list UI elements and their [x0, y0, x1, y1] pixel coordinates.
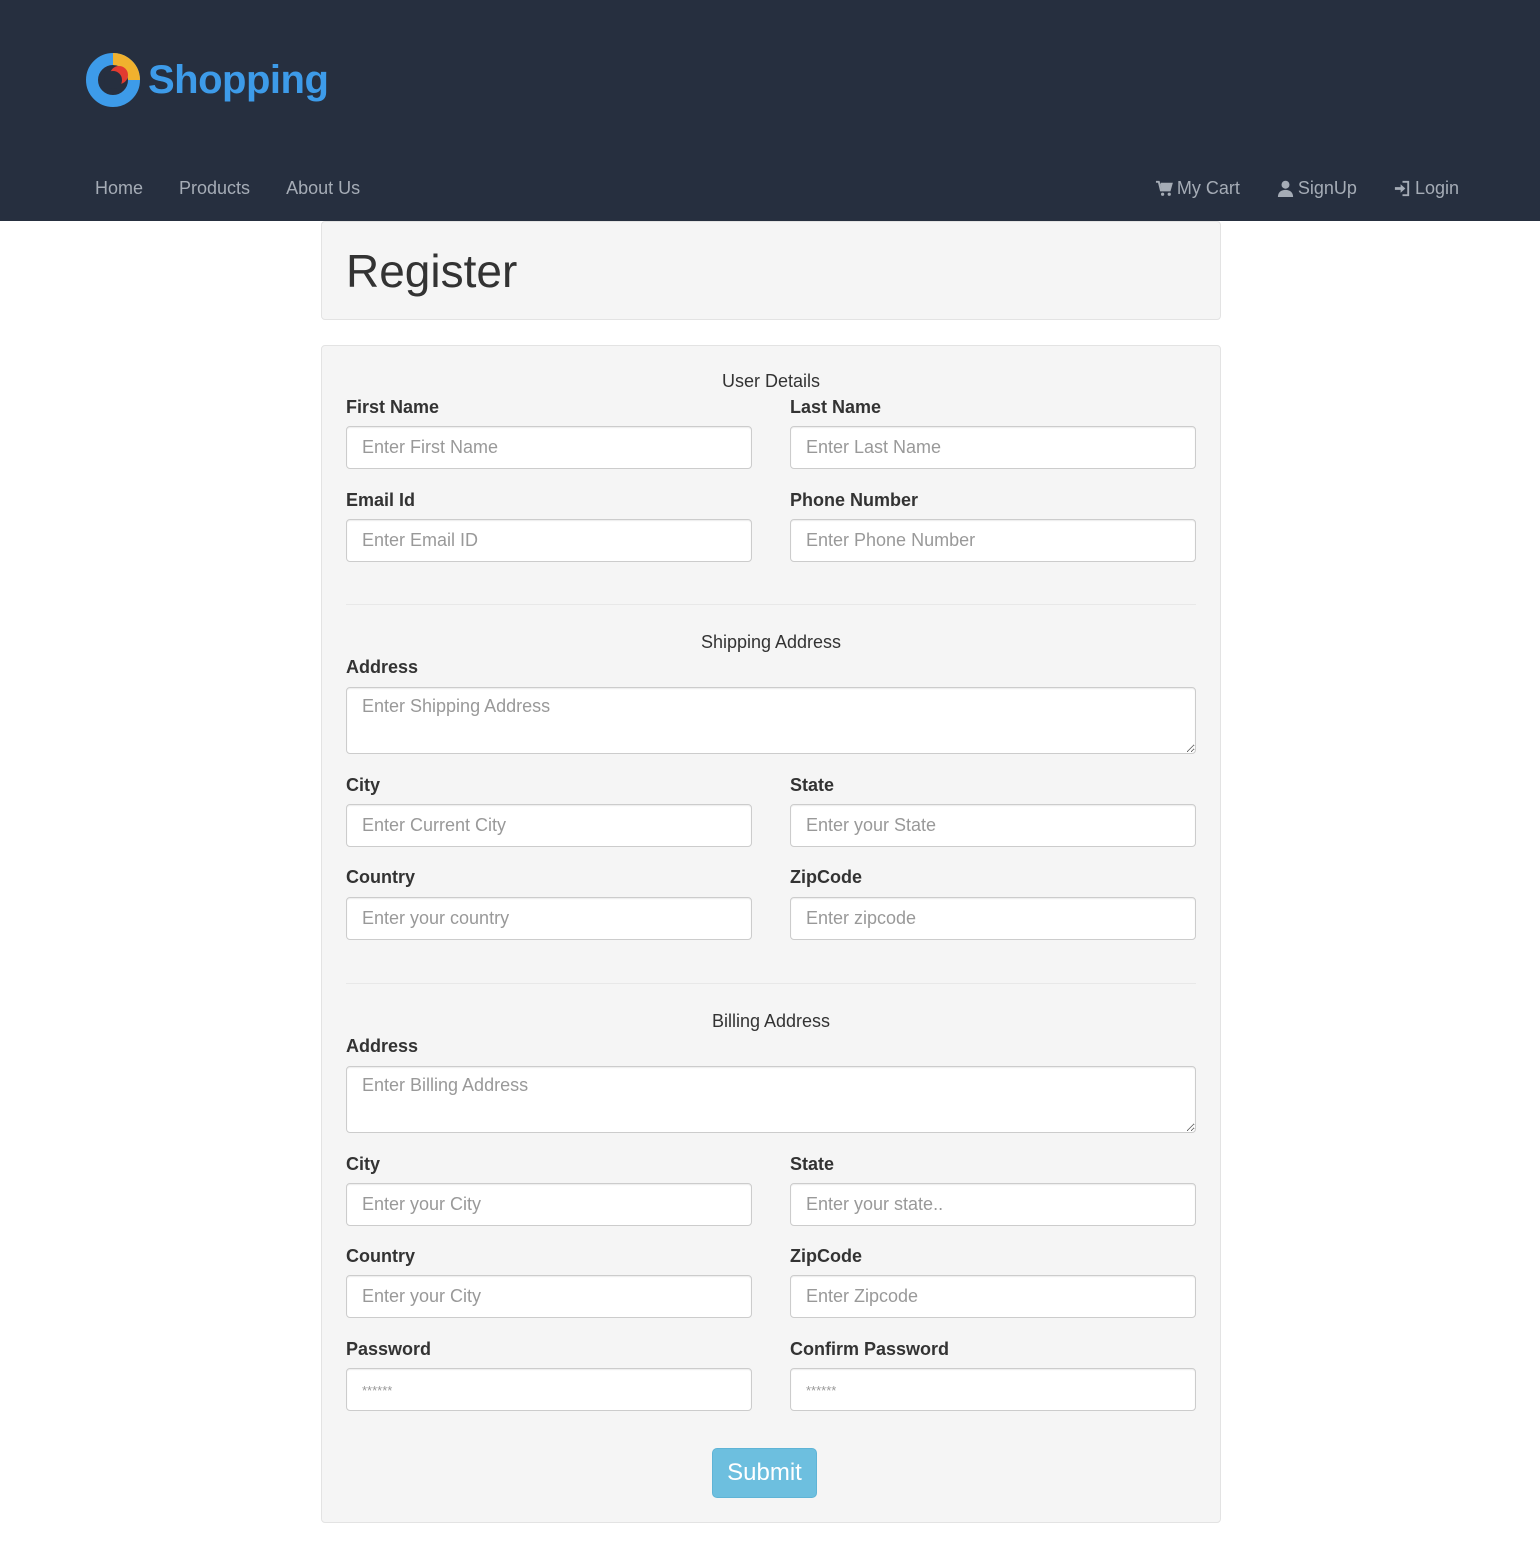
title-panel: Register — [321, 221, 1221, 320]
password-label: Password — [346, 1339, 432, 1359]
brand-name: Shopping — [148, 57, 329, 102]
cart-icon — [1155, 179, 1174, 198]
submit-button[interactable]: Submit — [712, 1448, 817, 1498]
first-name-label: First Name — [346, 397, 440, 417]
billing-city-input[interactable] — [346, 1183, 752, 1226]
billing-state-input[interactable] — [790, 1183, 1196, 1226]
confirm-password-input[interactable] — [790, 1368, 1196, 1411]
phone-input[interactable] — [790, 519, 1196, 562]
last-name-input[interactable] — [790, 426, 1196, 469]
nav-login-label: Login — [1414, 177, 1459, 198]
shipping-address-input[interactable] — [346, 687, 1196, 754]
nav-products[interactable]: Products — [161, 172, 268, 205]
billing-address-label: Address — [346, 1036, 419, 1056]
confirm-password-label: Confirm Password — [790, 1339, 950, 1359]
email-label: Email Id — [346, 490, 416, 510]
section-divider — [346, 983, 1196, 984]
shipping-zipcode-input[interactable] — [790, 897, 1196, 940]
nav-signup[interactable]: SignUp — [1258, 172, 1375, 205]
shopping-logo-icon — [86, 53, 140, 107]
billing-address-heading: Billing Address — [711, 1011, 831, 1031]
shipping-state-input[interactable] — [790, 804, 1196, 847]
shipping-city-label: City — [346, 775, 381, 795]
page-title: Register — [346, 245, 518, 297]
nav-signup-label: SignUp — [1297, 177, 1357, 198]
billing-city-label: City — [346, 1154, 381, 1174]
nav-home[interactable]: Home — [77, 172, 161, 205]
login-icon — [1393, 179, 1412, 198]
user-details-heading: User Details — [721, 371, 821, 391]
top-navbar: Shopping Home Products About Us My Cart … — [0, 0, 1540, 221]
phone-label: Phone Number — [790, 490, 919, 510]
billing-country-input[interactable] — [346, 1275, 752, 1318]
billing-zipcode-label: ZipCode — [790, 1246, 862, 1266]
account-nav: My Cart SignUp Login — [1137, 170, 1477, 206]
register-form: User Details First Name Last Name Email … — [321, 345, 1221, 1523]
shipping-state-label: State — [790, 775, 835, 795]
billing-state-label: State — [790, 1154, 835, 1174]
shipping-zipcode-label: ZipCode — [790, 867, 862, 887]
billing-country-label: Country — [346, 1246, 415, 1266]
user-icon — [1276, 179, 1295, 198]
section-divider — [346, 604, 1196, 605]
last-name-label: Last Name — [790, 397, 882, 417]
shipping-country-input[interactable] — [346, 897, 752, 940]
shipping-city-input[interactable] — [346, 804, 752, 847]
main-nav: Home Products About Us — [77, 170, 378, 206]
shipping-address-heading: Shipping Address — [700, 632, 842, 652]
nav-my-cart-label: My Cart — [1176, 177, 1240, 198]
nav-about-us[interactable]: About Us — [268, 172, 378, 205]
billing-address-input[interactable] — [346, 1066, 1196, 1133]
brand[interactable]: Shopping — [86, 50, 329, 110]
password-input[interactable] — [346, 1368, 752, 1411]
nav-my-cart[interactable]: My Cart — [1137, 172, 1258, 205]
shipping-country-label: Country — [346, 867, 415, 887]
email-input[interactable] — [346, 519, 752, 562]
first-name-input[interactable] — [346, 426, 752, 469]
nav-login[interactable]: Login — [1375, 172, 1477, 205]
billing-zipcode-input[interactable] — [790, 1275, 1196, 1318]
shipping-address-label: Address — [346, 657, 419, 677]
